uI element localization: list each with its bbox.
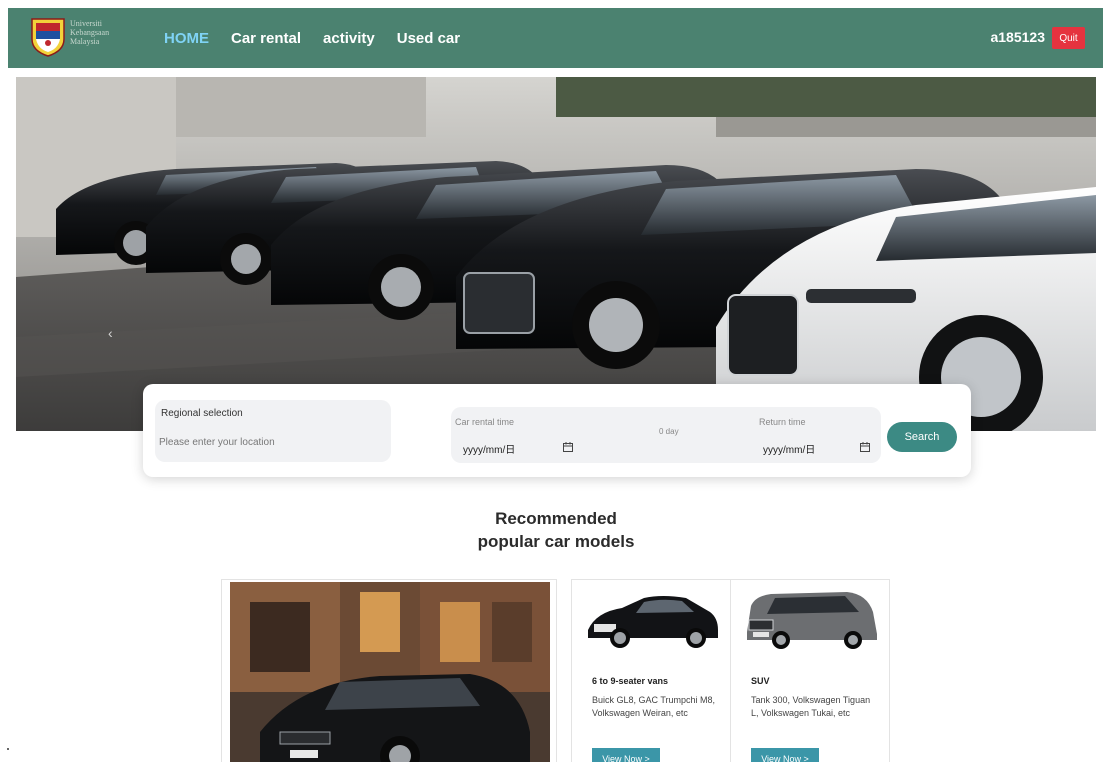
logo-text: Universiti Kebangsaan Malaysia [70,19,110,46]
rental-time-label: Car rental time [455,417,515,427]
car-category-description: Tank 300, Volkswagen Tiguan L, Volkswage… [751,695,871,718]
featured-car-image [230,582,550,762]
hero-banner: ‹ [16,77,1096,431]
carousel-prev-icon[interactable]: ‹ [108,325,113,341]
location-input[interactable] [159,430,379,454]
date-range-picker: Car rental time yyyy/mm/日 0 day Return t… [451,407,881,463]
return-date-field[interactable]: yyyy/mm/日 [763,441,815,456]
recommended-title-line2: popular car models [477,532,635,551]
car-category-title: SUV [751,676,770,686]
region-selector: Regional selection [155,400,391,462]
view-now-button[interactable]: View Now > [751,748,819,762]
return-time-label: Return time [759,417,806,427]
suv-car-image [747,592,877,649]
nav-used-car[interactable]: Used car [397,30,460,47]
region-label: Regional selection [161,408,243,419]
search-button[interactable]: Search [887,422,957,452]
car-category-card[interactable]: SUV Tank 300, Volkswagen Tiguan L, Volks… [730,579,890,762]
car-category-title: 6 to 9-seater vans [592,676,669,686]
view-now-button[interactable]: View Now > [592,748,660,762]
hero-car-photo [16,77,1096,431]
quit-button[interactable]: Quit [1052,27,1085,49]
university-logo[interactable]: Universiti Kebangsaan Malaysia [30,13,142,61]
recommended-title-line1: Recommended [495,509,617,528]
page-edge-mark [7,748,9,750]
recommended-section-title: Recommended popular car models [440,507,672,553]
main-nav: HOME Car rental activity Used car [164,8,460,68]
top-navigation-bar: Universiti Kebangsaan Malaysia HOME Car … [8,8,1103,68]
nav-activity[interactable]: activity [323,30,375,47]
car-category-description: Buick GL8, GAC Trumpchi M8, Volkswagen W… [592,695,716,718]
calendar-icon[interactable] [860,442,870,452]
search-panel: Regional selection Car rental time yyyy/… [143,384,971,477]
calendar-icon[interactable] [563,442,573,452]
crest-icon [31,18,65,57]
van-car-image [588,596,718,648]
nav-home[interactable]: HOME [164,30,209,47]
rental-duration: 0 day [659,427,679,436]
nav-car-rental[interactable]: Car rental [231,30,301,47]
username: a185123 [990,29,1045,45]
featured-car-card[interactable] [221,579,557,762]
rental-date-field[interactable]: yyyy/mm/日 [463,441,515,456]
car-category-card[interactable]: 6 to 9-seater vans Buick GL8, GAC Trumpc… [571,579,731,762]
